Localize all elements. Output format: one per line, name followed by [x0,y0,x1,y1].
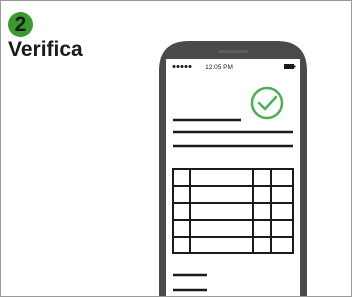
status-time: 12:05 PM [205,64,233,71]
phone-illustration: 12:05 PM [159,41,307,296]
verify-step-card: 2 Verifica 12:05 PM [0,0,352,297]
phone-speaker [218,50,248,53]
battery-icon [284,64,296,69]
